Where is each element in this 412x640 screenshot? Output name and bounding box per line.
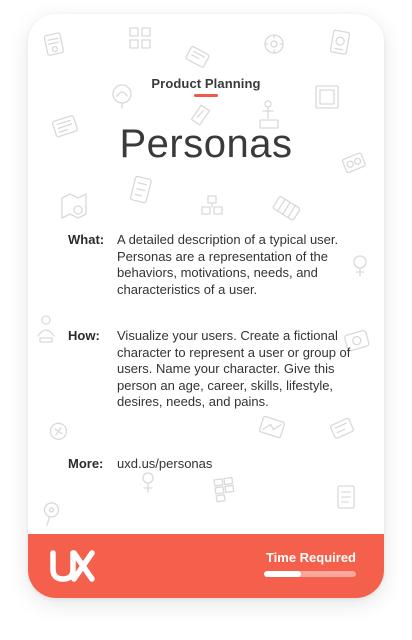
category-label: Product Planning: [151, 76, 261, 91]
what-text: A detailed description of a typical user…: [117, 232, 339, 297]
how-text: Visualize your users. Create a fictional…: [117, 328, 351, 409]
more-link[interactable]: uxd.us/personas: [117, 456, 353, 473]
ux-logo-icon: [50, 550, 95, 582]
what-label: What:: [68, 232, 105, 247]
category-underline: [194, 94, 218, 97]
how-label: How:: [68, 328, 100, 343]
time-required-label: Time Required: [265, 550, 356, 565]
card-title: Personas: [119, 122, 293, 166]
time-required-bar: [264, 571, 356, 577]
card-footer: Time Required: [28, 534, 384, 598]
card: Product Planning Personas What: A detail…: [28, 14, 384, 598]
more-label: More:: [68, 456, 104, 471]
time-required-fill: [264, 571, 301, 577]
